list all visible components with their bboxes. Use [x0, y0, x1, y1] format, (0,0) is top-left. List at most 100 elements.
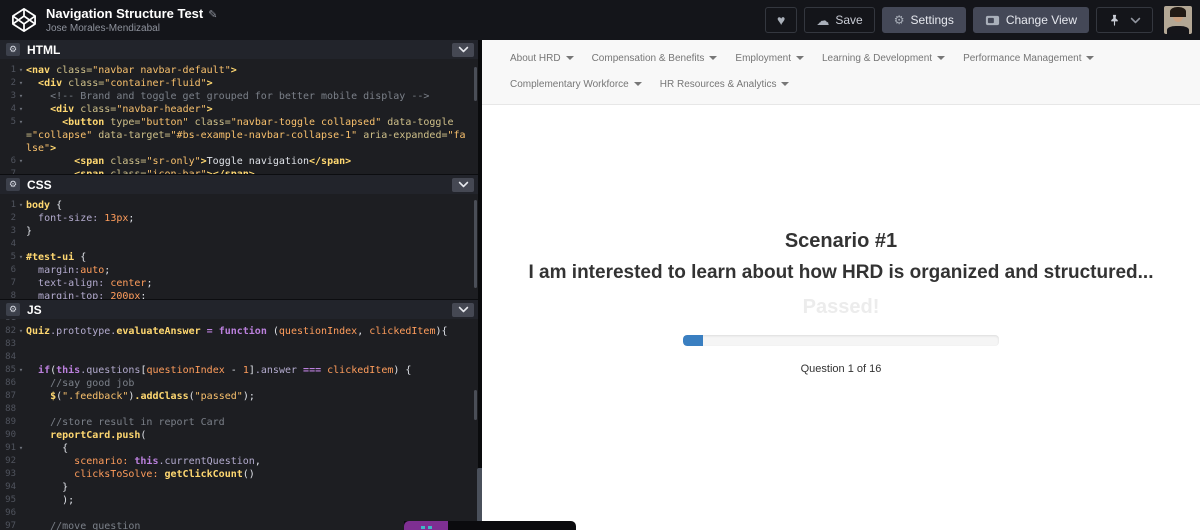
code-line[interactable]: 88 [0, 403, 478, 416]
js-panel-header: ⚙ JS [0, 300, 478, 319]
code-line[interactable]: 94 } [0, 481, 478, 494]
code-line[interactable]: 87 $(".feedback").addClass("passed"); [0, 390, 478, 403]
code-line[interactable]: 1 ▾ body { [0, 199, 478, 212]
feedback-text: Passed! [802, 296, 880, 318]
code-line[interactable]: 3} [0, 225, 478, 238]
css-panel-title: CSS [27, 177, 52, 192]
chevron-down-icon [458, 46, 469, 53]
settings-button[interactable]: ⚙ Settings [881, 7, 966, 33]
code-line[interactable]: 83 [0, 338, 478, 351]
pen-title: Navigation Structure Test [46, 6, 204, 22]
change-view-button[interactable]: Change View [972, 7, 1089, 33]
code-line[interactable]: 7 text-align: center; [0, 277, 478, 290]
caret-down-icon [633, 82, 642, 87]
pen-author: Jose Morales-Mendizabal [46, 23, 160, 35]
code-line[interactable]: 7 <span class="icon-bar"></span> [0, 168, 478, 174]
html-scrollbar[interactable] [474, 67, 477, 101]
html-collapse-button[interactable] [452, 42, 474, 57]
code-line[interactable]: 2 ▾ <div class="container-fluid"> [0, 77, 478, 90]
code-line[interactable]: 6 margin:auto; [0, 264, 478, 277]
js-scrollbar[interactable] [474, 390, 477, 420]
code-line[interactable]: 8 margin-top: 200px; [0, 290, 478, 299]
html-panel-title: HTML [27, 42, 61, 57]
preview-pane: About HRD Compensation & Benefits Employme… [482, 40, 1200, 530]
js-panel: ⚙ JS 8182▾Quiz.prototype.evaluateAnswer … [0, 299, 478, 530]
code-line[interactable]: 6 ▾ <span class="sr-only">Toggle navigati… [0, 155, 478, 168]
css-collapse-button[interactable] [452, 177, 474, 192]
toast-badge [404, 521, 448, 530]
caret-down-icon [709, 56, 718, 61]
caret-down-icon [796, 56, 804, 61]
cloud-icon: ☁ [816, 12, 830, 28]
editor-column: ⚙ HTML 1 ▾ <nav class="navbar navbar-defau… [0, 40, 478, 530]
bottom-toast[interactable] [404, 521, 576, 530]
code-line[interactable]: 82 ▾ Quiz.prototype.evaluateAnswer = funct… [0, 325, 478, 338]
code-line[interactable]: 2 font-size: 13px; [0, 212, 478, 225]
save-button[interactable]: ☁ Save [804, 7, 875, 33]
html-code-editor[interactable]: 1 ▾ <nav class="navbar navbar-default"> 2 ▾ … [0, 59, 478, 174]
pen-title-block: Navigation Structure Test ✎ Jose Morales-… [46, 5, 217, 35]
preview-nav-item[interactable]: Performance Management [963, 46, 1095, 72]
pin-icon [1108, 14, 1121, 27]
css-panel-header: ⚙ CSS [0, 175, 478, 194]
caret-down-icon [565, 56, 574, 61]
css-settings-gear-icon[interactable]: ⚙ [6, 178, 20, 191]
preview-nav-item[interactable]: Compensation & Benefits [592, 46, 718, 72]
settings-label: Settings [910, 13, 954, 27]
scenario-title: Scenario #1 [784, 230, 898, 252]
js-code-editor[interactable]: 8182▾Quiz.prototype.evaluateAnswer = fun… [0, 319, 478, 530]
css-scrollbar[interactable] [474, 200, 477, 288]
preview-nav-item[interactable]: About HRD [510, 46, 574, 72]
preview-nav-item[interactable]: Complementary Workforce [510, 72, 642, 98]
preview-nav-item[interactable]: Employment [735, 46, 804, 72]
edit-pencil-icon[interactable]: ✎ [208, 9, 217, 21]
avatar[interactable] [1164, 6, 1192, 34]
preview-navbar: About HRD Compensation & Benefits Employme… [482, 40, 1200, 105]
heart-icon: ♥ [777, 12, 786, 28]
code-line[interactable]: 4 [0, 238, 478, 251]
caret-down-icon [1086, 56, 1095, 61]
css-code-editor[interactable]: 1 ▾ body {2 font-size: 13px; 3} 4 5 ▾ #test-ui … [0, 194, 478, 299]
header-actions: ♥ ☁ Save ⚙ Settings Change View [765, 6, 1192, 34]
code-line[interactable]: 4 ▾ <div class="navbar-header"> [0, 103, 478, 116]
app-header: Navigation Structure Test ✎ Jose Morales-… [0, 0, 1200, 40]
js-settings-gear-icon[interactable]: ⚙ [6, 303, 20, 316]
screen-icon [985, 15, 1000, 26]
html-settings-gear-icon[interactable]: ⚙ [6, 43, 20, 56]
code-line[interactable]: 85 ▾ if(this.questions[questionIndex - 1]… [0, 364, 478, 377]
save-label: Save [835, 13, 863, 27]
code-line[interactable]: 96 [0, 507, 478, 520]
code-line[interactable]: 90 reportCard.push( [0, 429, 478, 442]
code-line[interactable]: 95 ); [0, 494, 478, 507]
question-text: I am interested to learn about how HRD i… [528, 262, 1154, 283]
caret-down-icon [781, 82, 790, 87]
html-panel: ⚙ HTML 1 ▾ <nav class="navbar navbar-defau… [0, 40, 478, 174]
js-collapse-button[interactable] [452, 302, 474, 317]
code-line[interactable]: 86 //say good job [0, 377, 478, 390]
code-line[interactable]: 92 scenario: this.currentQuestion, [0, 455, 478, 468]
code-line[interactable]: 93 clicksToSolve: getClickCount() [0, 468, 478, 481]
gear-icon: ⚙ [893, 13, 905, 27]
code-line[interactable]: 89 //store result in report Card [0, 416, 478, 429]
html-panel-header: ⚙ HTML [0, 40, 478, 59]
love-button[interactable]: ♥ [765, 7, 798, 33]
progress-label: Question 1 of 16 [800, 363, 882, 375]
progress-fill [683, 335, 703, 346]
code-line[interactable]: 3 ▾ <!-- Brand and toggle get grouped for… [0, 90, 478, 103]
quiz-content: Scenario #1 I am interested to learn abo… [482, 230, 1200, 375]
preview-nav-item[interactable]: HR Resources & Analytics [660, 72, 790, 98]
code-line[interactable]: 84 [0, 351, 478, 364]
chevron-down-icon [1130, 17, 1141, 24]
code-line[interactable]: 5 ▾ <button type="button" class="navbar-t… [0, 116, 478, 155]
progress-bar [683, 335, 999, 346]
pin-button-group[interactable] [1096, 7, 1153, 33]
code-line[interactable]: 1 ▾ <nav class="navbar navbar-default"> [0, 64, 478, 77]
code-line[interactable]: 91 ▾ { [0, 442, 478, 455]
chevron-down-icon [458, 181, 469, 188]
code-line[interactable]: 5 ▾ #test-ui { [0, 251, 478, 264]
chevron-down-icon [458, 306, 469, 313]
js-panel-title: JS [27, 302, 42, 317]
preview-nav-item[interactable]: Learning & Development [822, 46, 946, 72]
codepen-logo-icon[interactable] [10, 6, 38, 34]
change-view-label: Change View [1005, 13, 1077, 27]
